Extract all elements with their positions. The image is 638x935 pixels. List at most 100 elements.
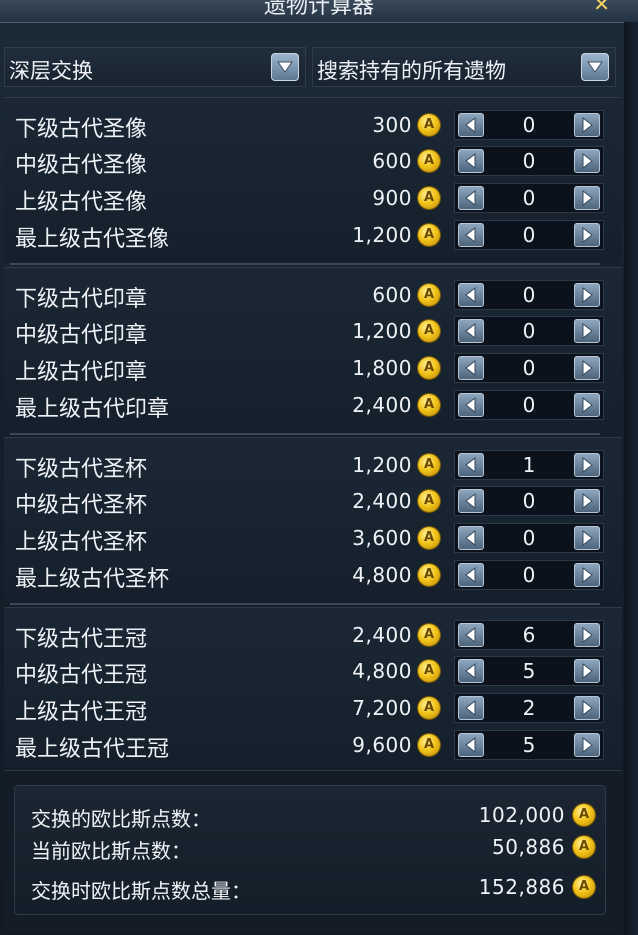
increase-arrow-icon[interactable] bbox=[574, 659, 600, 683]
decrease-arrow-icon[interactable] bbox=[458, 696, 484, 720]
quantity-stepper[interactable]: 5 bbox=[454, 656, 604, 686]
quantity-value[interactable]: 0 bbox=[485, 526, 573, 550]
quantity-value[interactable]: 0 bbox=[485, 113, 573, 137]
relic-point-value: 3,600 bbox=[352, 526, 412, 550]
exchange-mode-dropdown[interactable]: 深层交换 bbox=[4, 47, 306, 87]
increase-arrow-icon[interactable] bbox=[574, 489, 600, 513]
increase-arrow-icon[interactable] bbox=[574, 563, 600, 587]
quantity-value[interactable]: 0 bbox=[485, 223, 573, 247]
abyss-point-coin-icon: A bbox=[418, 187, 440, 209]
relic-name: 上级古代印章 bbox=[15, 360, 148, 385]
quantity-stepper[interactable]: 0 bbox=[454, 220, 604, 250]
quantity-value[interactable]: 6 bbox=[485, 623, 573, 647]
relic-name: 最上级古代圣杯 bbox=[15, 567, 170, 592]
abyss-point-coin-icon: A bbox=[418, 490, 440, 512]
decrease-arrow-icon[interactable] bbox=[458, 733, 484, 757]
decrease-arrow-icon[interactable] bbox=[458, 623, 484, 647]
decrease-arrow-icon[interactable] bbox=[458, 113, 484, 137]
decrease-arrow-icon[interactable] bbox=[458, 393, 484, 417]
current-points-value: 50,886 bbox=[492, 835, 565, 859]
increase-arrow-icon[interactable] bbox=[574, 319, 600, 343]
relic-point-value: 7,200 bbox=[352, 696, 412, 720]
increase-arrow-icon[interactable] bbox=[574, 356, 600, 380]
relic-point-value: 1,200 bbox=[352, 223, 412, 247]
increase-arrow-icon[interactable] bbox=[574, 623, 600, 647]
decrease-arrow-icon[interactable] bbox=[458, 149, 484, 173]
relic-row: 上级古代圣像 900 A 0 bbox=[4, 181, 622, 218]
decrease-arrow-icon[interactable] bbox=[458, 186, 484, 210]
increase-arrow-icon[interactable] bbox=[574, 696, 600, 720]
increase-arrow-icon[interactable] bbox=[574, 186, 600, 210]
relic-row: 上级古代圣杯 3,600 A 0 bbox=[4, 521, 622, 558]
relic-name: 中级古代圣像 bbox=[15, 153, 148, 178]
quantity-value[interactable]: 0 bbox=[485, 149, 573, 173]
dropdown-row: 深层交换 搜索持有的所有遗物 bbox=[4, 47, 632, 87]
quantity-value[interactable]: 0 bbox=[485, 356, 573, 380]
quantity-stepper[interactable]: 0 bbox=[454, 146, 604, 176]
increase-arrow-icon[interactable] bbox=[574, 283, 600, 307]
quantity-value[interactable]: 0 bbox=[485, 319, 573, 343]
increase-arrow-icon[interactable] bbox=[574, 149, 600, 173]
quantity-stepper[interactable]: 6 bbox=[454, 620, 604, 650]
quantity-stepper[interactable]: 0 bbox=[454, 523, 604, 553]
relic-filter-dropdown[interactable]: 搜索持有的所有遗物 bbox=[312, 47, 616, 87]
increase-arrow-icon[interactable] bbox=[574, 223, 600, 247]
title-bar[interactable]: 遗物计算器 ✕ bbox=[0, 0, 638, 23]
increase-arrow-icon[interactable] bbox=[574, 453, 600, 477]
quantity-value[interactable]: 0 bbox=[485, 563, 573, 587]
close-icon[interactable]: ✕ bbox=[593, 0, 610, 16]
decrease-arrow-icon[interactable] bbox=[458, 283, 484, 307]
quantity-stepper[interactable]: 0 bbox=[454, 390, 604, 420]
increase-arrow-icon[interactable] bbox=[574, 393, 600, 417]
quantity-value[interactable]: 0 bbox=[485, 283, 573, 307]
relic-name: 下级古代印章 bbox=[15, 287, 148, 312]
quantity-stepper[interactable]: 0 bbox=[454, 183, 604, 213]
relic-point-value: 1,800 bbox=[352, 356, 412, 380]
chevron-down-icon[interactable] bbox=[581, 53, 609, 81]
quantity-value[interactable]: 5 bbox=[485, 733, 573, 757]
quantity-value[interactable]: 0 bbox=[485, 489, 573, 513]
quantity-stepper[interactable]: 0 bbox=[454, 316, 604, 346]
relic-row: 上级古代印章 1,800 A 0 bbox=[4, 351, 622, 388]
increase-arrow-icon[interactable] bbox=[574, 113, 600, 137]
decrease-arrow-icon[interactable] bbox=[458, 659, 484, 683]
decrease-arrow-icon[interactable] bbox=[458, 563, 484, 587]
relic-row: 中级古代圣像 600 A 0 bbox=[4, 144, 622, 181]
group-divider bbox=[10, 433, 600, 435]
quantity-value[interactable]: 1 bbox=[485, 453, 573, 477]
decrease-arrow-icon[interactable] bbox=[458, 453, 484, 477]
relic-point-value: 2,400 bbox=[352, 489, 412, 513]
relic-row: 下级古代圣杯 1,200 A 1 bbox=[4, 448, 622, 485]
abyss-point-coin-icon: A bbox=[418, 320, 440, 342]
increase-arrow-icon[interactable] bbox=[574, 733, 600, 757]
chevron-down-icon[interactable] bbox=[271, 53, 299, 81]
quantity-stepper[interactable]: 5 bbox=[454, 730, 604, 760]
relic-point-value: 4,800 bbox=[352, 563, 412, 587]
quantity-stepper[interactable]: 2 bbox=[454, 693, 604, 723]
quantity-stepper[interactable]: 0 bbox=[454, 110, 604, 140]
abyss-point-coin-icon: A bbox=[418, 660, 440, 682]
abyss-point-coin-icon: A bbox=[573, 876, 595, 898]
abyss-point-coin-icon: A bbox=[418, 697, 440, 719]
quantity-value[interactable]: 5 bbox=[485, 659, 573, 683]
decrease-arrow-icon[interactable] bbox=[458, 319, 484, 343]
decrease-arrow-icon[interactable] bbox=[458, 356, 484, 380]
quantity-stepper[interactable]: 0 bbox=[454, 353, 604, 383]
quantity-stepper[interactable]: 0 bbox=[454, 486, 604, 516]
decrease-arrow-icon[interactable] bbox=[458, 489, 484, 513]
quantity-stepper[interactable]: 1 bbox=[454, 450, 604, 480]
decrease-arrow-icon[interactable] bbox=[458, 223, 484, 247]
decrease-arrow-icon[interactable] bbox=[458, 526, 484, 550]
quantity-value[interactable]: 0 bbox=[485, 393, 573, 417]
quantity-stepper[interactable]: 0 bbox=[454, 280, 604, 310]
relic-name: 中级古代印章 bbox=[15, 323, 148, 348]
relic-row: 中级古代圣杯 2,400 A 0 bbox=[4, 484, 622, 521]
quantity-value[interactable]: 0 bbox=[485, 186, 573, 210]
relic-point-value: 300 bbox=[372, 113, 412, 137]
increase-arrow-icon[interactable] bbox=[574, 526, 600, 550]
quantity-value[interactable]: 2 bbox=[485, 696, 573, 720]
relic-name: 最上级古代王冠 bbox=[15, 737, 170, 762]
abyss-point-coin-icon: A bbox=[418, 357, 440, 379]
relic-row: 最上级古代圣杯 4,800 A 0 bbox=[4, 558, 622, 595]
quantity-stepper[interactable]: 0 bbox=[454, 560, 604, 590]
